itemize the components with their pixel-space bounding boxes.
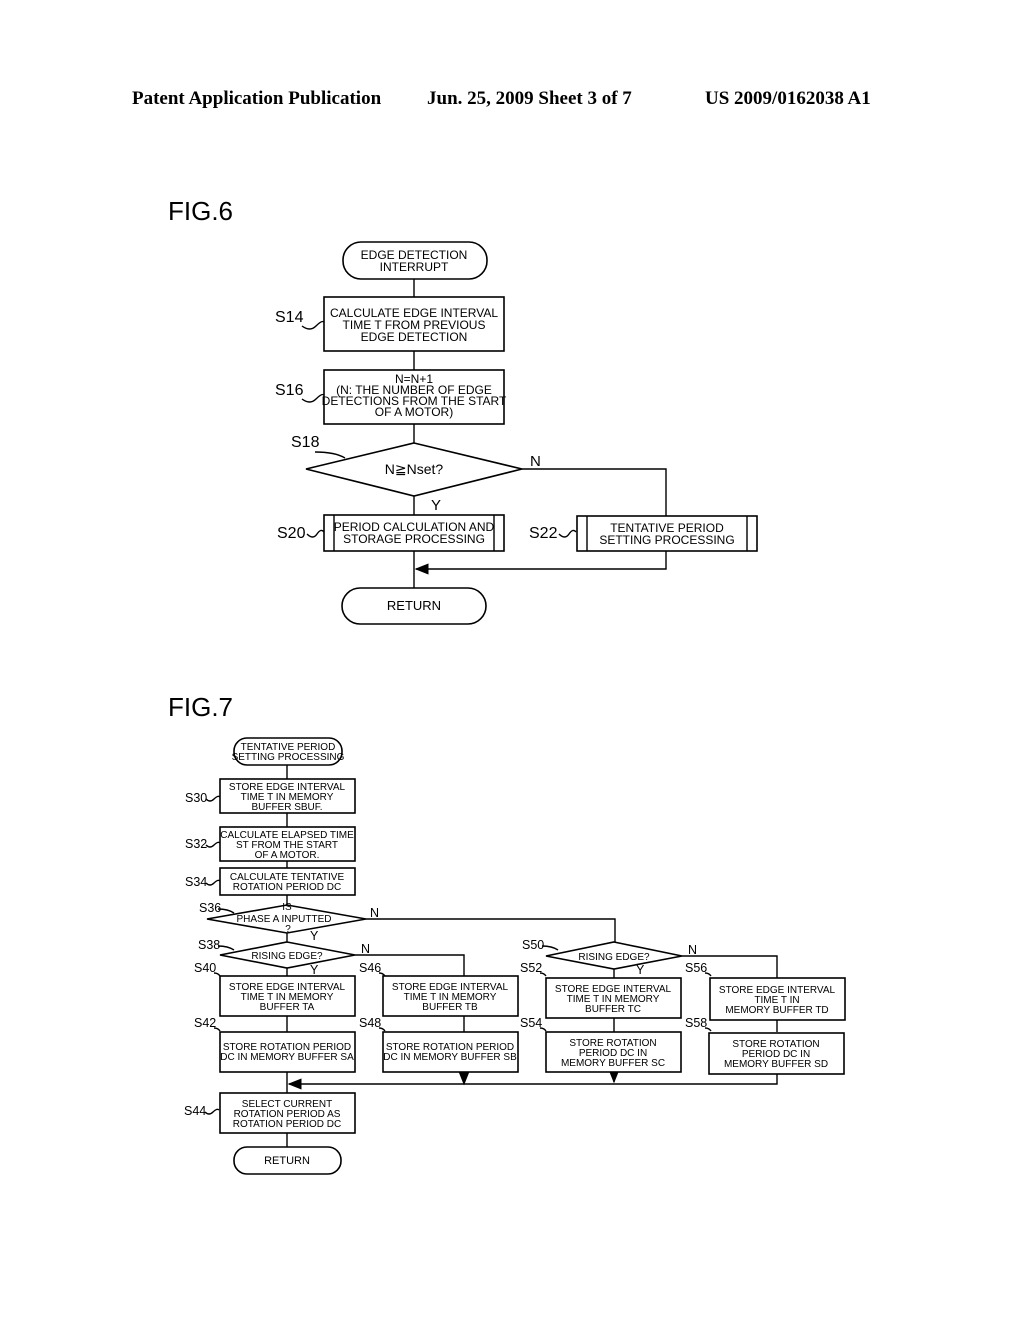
svg-text:MEMORY BUFFER SC: MEMORY BUFFER SC: [561, 1058, 665, 1069]
svg-text:BUFFER TB: BUFFER TB: [422, 1002, 478, 1013]
fig6-label-s20: S20: [277, 525, 306, 542]
leader-line: [314, 451, 346, 459]
svg-text:SETTING PROCESSING: SETTING PROCESSING: [232, 752, 345, 763]
svg-text:DC IN MEMORY BUFFER SB: DC IN MEMORY BUFFER SB: [383, 1052, 517, 1063]
fig6-flowchart: EDGE DETECTION INTERRUPT CALCULATE EDGE …: [275, 241, 758, 625]
svg-text:N≧Nset?: N≧Nset?: [385, 461, 444, 477]
leader-line: [205, 795, 221, 802]
fig6-label-s14: S14: [275, 309, 304, 326]
fig6-no-branch-line: [522, 468, 667, 516]
fig7-s38-no-label: N: [361, 942, 370, 956]
fig7-merge-arrow: [287, 1074, 778, 1090]
svg-text:STORAGE PROCESSING: STORAGE PROCESSING: [343, 532, 485, 546]
leader-line: [204, 1108, 220, 1115]
leader-line: [558, 529, 577, 538]
svg-text:IS: IS: [282, 902, 292, 913]
fig7-label-s44: S44: [184, 1104, 206, 1118]
leader-line: [217, 945, 235, 951]
svg-text:PHASE A INPUTTED: PHASE A INPUTTED: [236, 914, 331, 925]
fig6-no-label: N: [530, 453, 541, 470]
svg-text:RISING EDGE?: RISING EDGE?: [251, 951, 323, 962]
fig7-label-s34: S34: [185, 875, 207, 889]
fig7-label-s36: S36: [199, 901, 221, 915]
svg-text:SETTING PROCESSING: SETTING PROCESSING: [599, 533, 734, 547]
fig7-label-s54: S54: [520, 1016, 542, 1030]
fig6-merge-arrow: [414, 551, 667, 575]
fig7-label-s38: S38: [198, 938, 220, 952]
fig7-label-s52: S52: [520, 961, 542, 975]
svg-text:?: ?: [285, 924, 291, 935]
fig7-flowchart: TENTATIVE PERIOD SETTING PROCESSING STOR…: [184, 737, 846, 1175]
fig6-label-s22: S22: [529, 525, 558, 542]
fig7-label-s56: S56: [685, 961, 707, 975]
svg-text:ROTATION PERIOD DC: ROTATION PERIOD DC: [233, 882, 342, 893]
fig7-label-s42: S42: [194, 1016, 216, 1030]
svg-text:MEMORY BUFFER TD: MEMORY BUFFER TD: [725, 1005, 828, 1016]
fig7-s36-no-label: N: [370, 906, 379, 920]
svg-text:BUFFER TC: BUFFER TC: [585, 1004, 641, 1015]
fig7-label-s40: S40: [194, 961, 216, 975]
fig7-s50-yes-label: Y: [636, 963, 645, 977]
fig7-s36-no-line: [366, 918, 616, 942]
leader-line: [205, 879, 221, 886]
svg-text:RETURN: RETURN: [264, 1155, 310, 1167]
svg-text:RETURN: RETURN: [387, 598, 441, 613]
svg-text:BUFFER SBUF.: BUFFER SBUF.: [251, 802, 322, 813]
svg-text:INTERRUPT: INTERRUPT: [380, 260, 449, 274]
fig7-s36-yes-label: Y: [310, 929, 319, 943]
leader-line: [301, 320, 325, 330]
flowcharts: EDGE DETECTION INTERRUPT CALCULATE EDGE …: [184, 241, 846, 1175]
leader-line: [541, 945, 559, 951]
svg-text:RISING EDGE?: RISING EDGE?: [578, 952, 650, 963]
svg-text:BUFFER TA: BUFFER TA: [260, 1002, 315, 1013]
svg-text:MEMORY BUFFER SD: MEMORY BUFFER SD: [724, 1059, 828, 1070]
fig7-s50-no-label: N: [688, 943, 697, 957]
svg-text:ROTATION PERIOD DC: ROTATION PERIOD DC: [233, 1119, 342, 1130]
fig6-yes-label: Y: [431, 497, 441, 514]
leader-line: [205, 841, 221, 848]
fig6-label-s18: S18: [291, 434, 320, 451]
fig7-label-s30: S30: [185, 791, 207, 805]
fig7-label-s46: S46: [359, 961, 381, 975]
fig7-label-s58: S58: [685, 1016, 707, 1030]
svg-text:DC IN MEMORY BUFFER SA: DC IN MEMORY BUFFER SA: [220, 1052, 354, 1063]
fig6-label-s16: S16: [275, 382, 304, 399]
svg-text:EDGE DETECTION: EDGE DETECTION: [361, 330, 468, 344]
fig7-label-s32: S32: [185, 837, 207, 851]
fig7-s38-yes-label: Y: [310, 963, 319, 977]
leader-line: [306, 529, 325, 538]
svg-text:OF A MOTOR.: OF A MOTOR.: [255, 850, 320, 861]
fig7-label-s48: S48: [359, 1016, 381, 1030]
svg-text:OF A MOTOR): OF A MOTOR): [375, 405, 453, 419]
fig7-label-s50: S50: [522, 938, 544, 952]
